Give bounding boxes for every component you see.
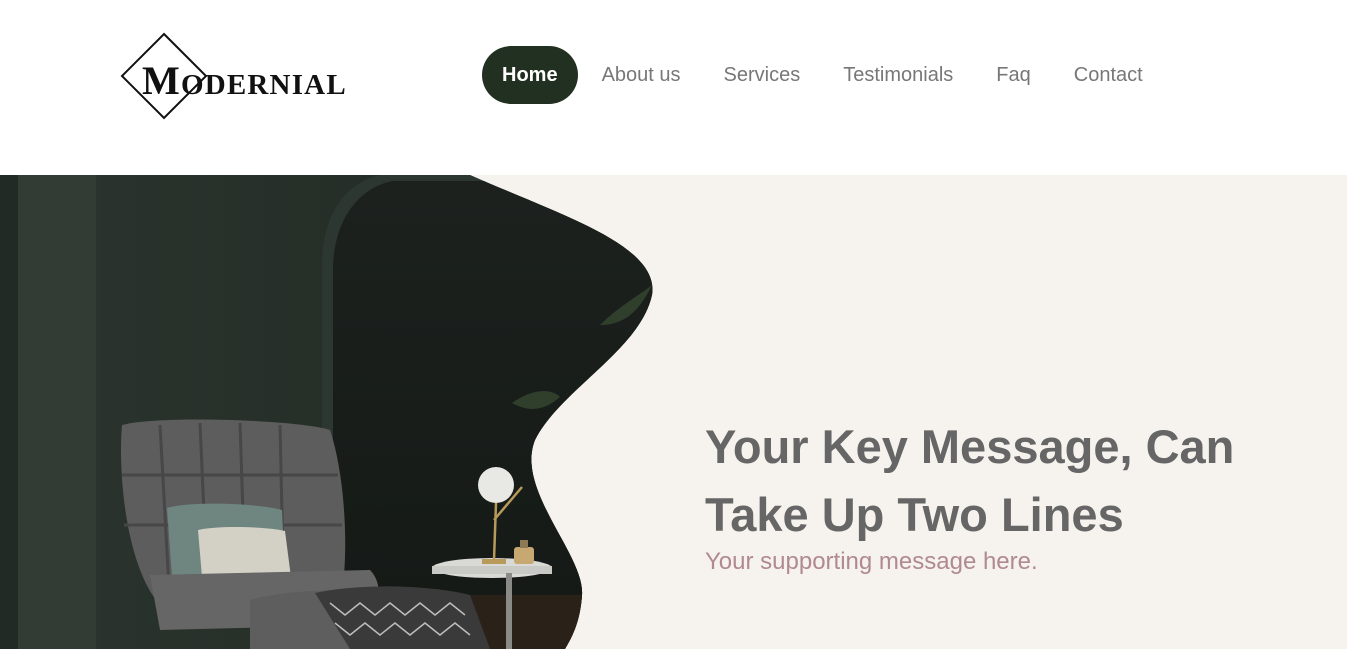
logo-wordmark: MODERNIAL (142, 58, 347, 103)
nav-contact[interactable]: Contact (1074, 46, 1143, 104)
site-header: MODERNIAL Home About us Services Testimo… (0, 0, 1347, 175)
hero-image (0, 175, 653, 649)
hero-section: Your Key Message, Can Take Up Two Lines … (0, 175, 1347, 649)
hero-subtitle: Your supporting message here. (705, 548, 1038, 575)
nav-home[interactable]: Home (482, 46, 578, 104)
nav-faq[interactable]: Faq (996, 46, 1030, 104)
nav-testimonials[interactable]: Testimonials (843, 46, 953, 104)
hero-title-line-2: Take Up Two Lines (705, 488, 1124, 541)
brand-logo[interactable]: MODERNIAL (120, 32, 370, 120)
hero-title: Your Key Message, Can Take Up Two Lines (705, 413, 1305, 549)
nav-services[interactable]: Services (724, 46, 801, 104)
main-nav: Home About us Services Testimonials Faq … (482, 46, 1143, 104)
hero-title-line-1: Your Key Message, Can (705, 420, 1235, 473)
nav-about-us[interactable]: About us (602, 46, 681, 104)
